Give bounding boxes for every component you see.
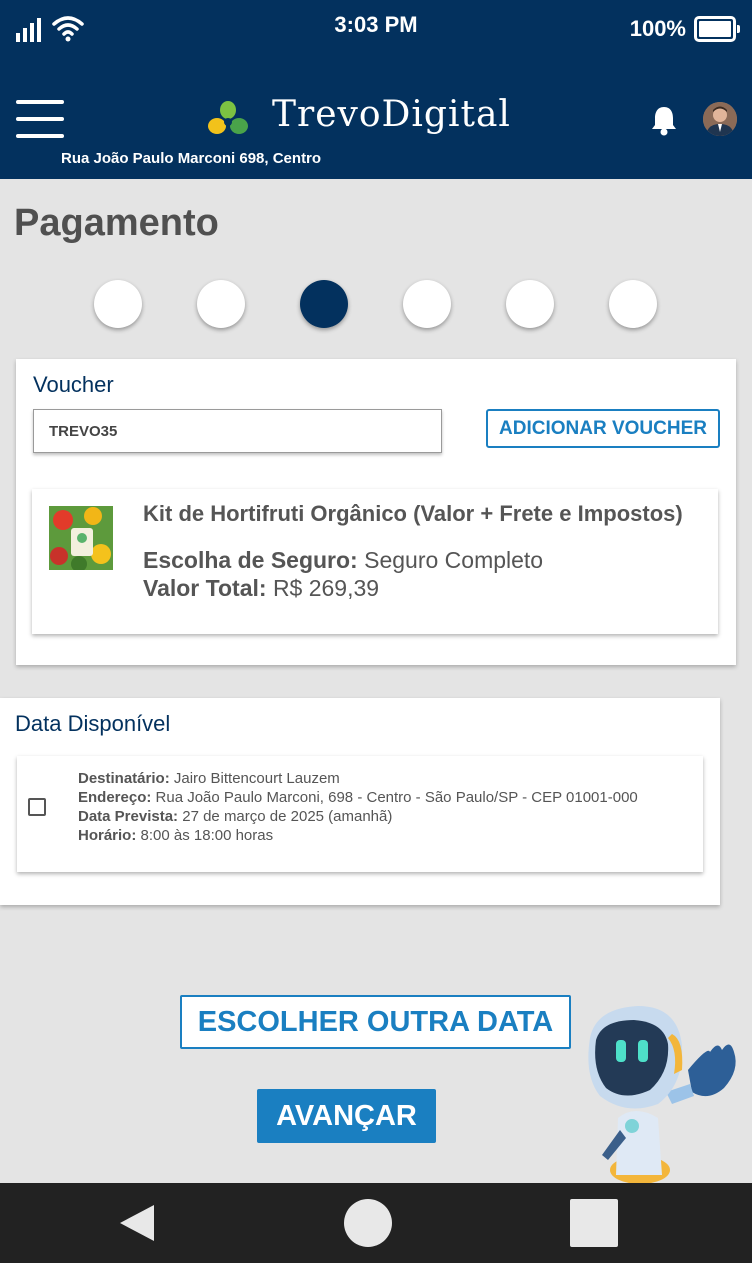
home-icon[interactable] [344, 1199, 392, 1247]
date-row: Data Prevista: 27 de março de 2025 (aman… [78, 807, 638, 826]
step-3 [300, 280, 348, 328]
clover-logo-icon [208, 101, 248, 134]
product-name: Kit de Hortifruti Orgânico (Valor + Fret… [143, 501, 683, 526]
step-5 [506, 280, 554, 328]
insurance-label: Escolha de Seguro: [143, 547, 358, 573]
step-2 [197, 280, 245, 328]
insurance-line: Escolha de Seguro: Seguro Completo [143, 547, 543, 574]
header-address: Rua João Paulo Marconi 698, Centro [61, 150, 322, 167]
add-voucher-button[interactable]: ADICIONAR VOUCHER [486, 409, 720, 448]
total-label: Valor Total: [143, 575, 267, 601]
date-value: 27 de março de 2025 (amanhã) [182, 808, 393, 825]
voucher-card: Voucher ADICIONAR VOUCHER Kit de Hortifr… [16, 359, 736, 665]
delivery-details: Destinatário: Jairo Bittencourt Lauzem E… [78, 769, 638, 845]
recipient-row: Destinatário: Jairo Bittencourt Lauzem [78, 769, 638, 788]
menu-icon[interactable] [16, 100, 64, 138]
brand-name: TrevoDigital [272, 94, 511, 135]
battery-icon [694, 16, 740, 42]
address-row: Endereço: Rua João Paulo Marconi, 698 - … [78, 788, 638, 807]
choose-other-date-button[interactable]: ESCOLHER OUTRA DATA [180, 995, 571, 1049]
address-value: Rua João Paulo Marconi, 698 - Centro - S… [155, 789, 638, 806]
time-row: Horário: 8:00 às 18:00 horas [78, 826, 638, 845]
step-4 [403, 280, 451, 328]
delivery-title: Data Disponível [15, 711, 171, 736]
back-icon[interactable] [120, 1205, 154, 1241]
address-label: Endereço: [78, 789, 152, 806]
delivery-checkbox[interactable] [28, 798, 46, 816]
app-header: TrevoDigital Rua João Paulo Marconi 698,… [0, 60, 752, 179]
insurance-value: Seguro Completo [364, 547, 544, 573]
advance-button[interactable]: AVANÇAR [257, 1089, 436, 1143]
time-label: Horário: [78, 827, 137, 844]
delivery-option[interactable]: Destinatário: Jairo Bittencourt Lauzem E… [17, 756, 703, 872]
avatar[interactable] [703, 102, 737, 136]
date-label: Data Prevista: [78, 808, 179, 825]
product-summary: Kit de Hortifruti Orgânico (Valor + Fret… [32, 489, 718, 634]
system-navbar [0, 1183, 752, 1263]
recent-apps-icon[interactable] [570, 1199, 618, 1247]
robot-mascot-icon [588, 1006, 736, 1183]
time-value: 8:00 às 18:00 horas [140, 827, 274, 844]
recipient-value: Jairo Bittencourt Lauzem [173, 770, 340, 787]
total-line: Valor Total: R$ 269,39 [143, 575, 379, 602]
recipient-label: Destinatário: [78, 770, 170, 787]
progress-stepper [0, 280, 752, 330]
voucher-input[interactable] [33, 409, 442, 453]
voucher-title: Voucher [33, 372, 114, 397]
page-title: Pagamento [14, 202, 219, 244]
step-1 [94, 280, 142, 328]
step-6 [609, 280, 657, 328]
battery-percent: 100% [629, 16, 686, 41]
product-image [49, 506, 113, 570]
status-bar: 3:03 PM 100% [0, 0, 752, 60]
delivery-date-card: Data Disponível Destinatário: Jairo Bitt… [0, 698, 720, 905]
bell-icon[interactable] [650, 104, 678, 136]
total-value: R$ 269,39 [272, 575, 380, 601]
